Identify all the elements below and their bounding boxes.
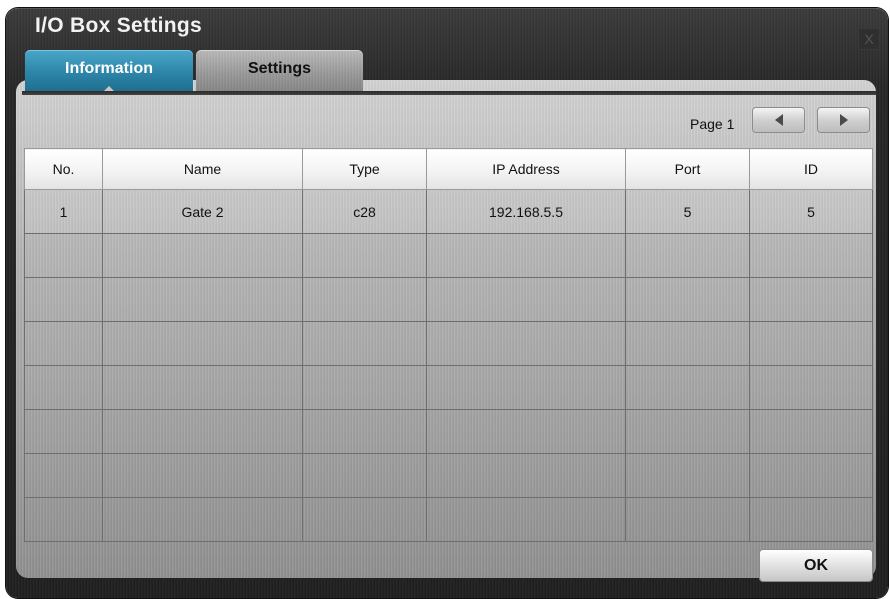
tab-settings[interactable]: Settings <box>196 50 363 91</box>
cell-no <box>24 409 103 454</box>
column-header-name[interactable]: Name <box>102 148 303 190</box>
cell-id: 5 <box>749 189 873 234</box>
cell-ip-address <box>426 497 626 542</box>
cell-name <box>102 409 303 454</box>
column-header-type[interactable]: Type <box>302 148 427 190</box>
cell-no <box>24 453 103 498</box>
cell-port <box>625 277 750 322</box>
cell-no <box>24 497 103 542</box>
column-header-ip-address[interactable]: IP Address <box>426 148 626 190</box>
cell-name <box>102 321 303 366</box>
cell-port <box>625 453 750 498</box>
cell-type <box>302 497 427 542</box>
cell-no <box>24 365 103 410</box>
cell-port <box>625 233 750 278</box>
cell-type <box>302 453 427 498</box>
cell-port <box>625 497 750 542</box>
cell-id <box>749 321 873 366</box>
tab-information-label: Information <box>65 60 153 77</box>
cell-name <box>102 277 303 322</box>
close-button[interactable]: X <box>858 28 880 50</box>
cell-port <box>625 321 750 366</box>
cell-id <box>749 409 873 454</box>
previous-page-button[interactable] <box>753 108 804 132</box>
cell-ip-address <box>426 365 626 410</box>
cell-port <box>625 365 750 410</box>
cell-id <box>749 453 873 498</box>
table-row[interactable] <box>24 365 873 410</box>
cell-name <box>102 365 303 410</box>
cell-no <box>24 233 103 278</box>
cell-port: 5 <box>625 189 750 234</box>
cell-type <box>302 409 427 454</box>
cell-type <box>302 233 427 278</box>
cell-no <box>24 277 103 322</box>
cell-type <box>302 321 427 366</box>
cell-ip-address <box>426 277 626 322</box>
column-header-id[interactable]: ID <box>749 148 873 190</box>
column-header-no[interactable]: No. <box>24 148 103 190</box>
next-page-button[interactable] <box>818 108 869 132</box>
table-row[interactable]: 1 Gate 2 c28 192.168.5.5 5 5 <box>24 189 873 234</box>
table-row[interactable] <box>24 497 873 542</box>
tab-settings-label: Settings <box>247 60 312 77</box>
tab-information[interactable]: Information <box>25 50 193 92</box>
table-row[interactable] <box>24 233 873 278</box>
cell-name <box>102 497 303 542</box>
cell-ip-address: 192.168.5.5 <box>426 189 626 234</box>
page-indicator: Page 1 <box>690 116 735 132</box>
cell-name <box>102 233 303 278</box>
ok-button[interactable]: OK <box>760 550 872 581</box>
cell-id <box>749 365 873 410</box>
table-row[interactable] <box>24 321 873 366</box>
tab-divider <box>22 91 876 95</box>
cell-ip-address <box>426 409 626 454</box>
cell-type <box>302 365 427 410</box>
table-row[interactable] <box>24 409 873 454</box>
table-row[interactable] <box>24 453 873 498</box>
cell-ip-address <box>426 233 626 278</box>
cell-no: 1 <box>24 189 103 234</box>
cell-id <box>749 497 873 542</box>
table-row[interactable] <box>24 277 873 322</box>
dialog-title: I/O Box Settings <box>35 14 202 37</box>
cell-id <box>749 233 873 278</box>
cell-type: c28 <box>302 189 427 234</box>
cell-ip-address <box>426 453 626 498</box>
cell-ip-address <box>426 321 626 366</box>
cell-id <box>749 277 873 322</box>
column-header-port[interactable]: Port <box>625 148 750 190</box>
cell-port <box>625 409 750 454</box>
triangle-left-icon <box>775 114 783 126</box>
cell-no <box>24 321 103 366</box>
cell-name <box>102 453 303 498</box>
table-header-row: No. Name Type IP Address Port ID <box>24 148 873 190</box>
cell-type <box>302 277 427 322</box>
io-box-table: No. Name Type IP Address Port ID 1 Gate … <box>24 148 873 542</box>
triangle-right-icon <box>840 114 848 126</box>
cell-name: Gate 2 <box>102 189 303 234</box>
